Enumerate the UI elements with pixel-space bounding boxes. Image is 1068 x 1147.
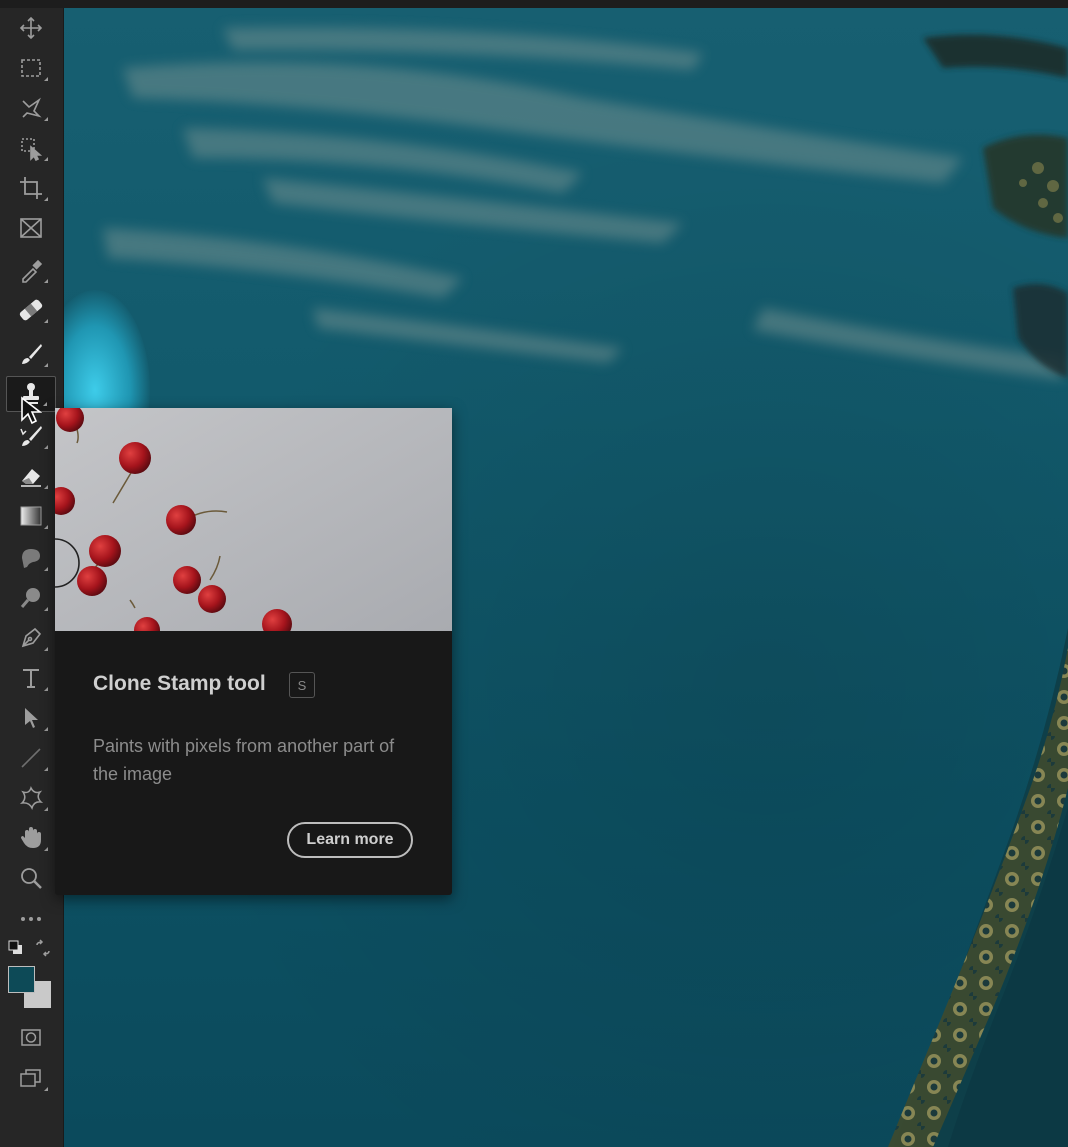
lasso-tool[interactable] <box>6 90 56 126</box>
lasso-icon <box>22 97 42 118</box>
screen-mode-button[interactable] <box>6 1060 56 1096</box>
eraser-icon <box>21 469 41 487</box>
brush-icon <box>22 344 42 364</box>
hand-icon <box>21 827 41 848</box>
gradient-tool[interactable] <box>6 498 56 534</box>
eraser-tool[interactable] <box>6 458 56 494</box>
edit-toolbar[interactable] <box>6 901 56 937</box>
pointer-icon <box>21 396 43 425</box>
object-selection-tool[interactable] <box>6 130 56 166</box>
default-colors-button[interactable] <box>8 940 24 956</box>
eyedropper-icon <box>22 259 43 283</box>
tooltip-preview-image <box>55 408 452 643</box>
crop-icon <box>20 177 42 199</box>
quick-mask-button[interactable] <box>6 1020 56 1056</box>
zoom-icon <box>21 868 42 889</box>
eyedropper-tool[interactable] <box>6 252 56 288</box>
swap-arrows-icon <box>36 939 50 957</box>
line-tool[interactable] <box>6 740 56 776</box>
frame-icon <box>20 218 42 238</box>
type-icon <box>23 669 39 688</box>
screen-mode-icon <box>20 1069 41 1087</box>
crop-tool[interactable] <box>6 170 56 206</box>
more-icon <box>21 917 41 921</box>
mouse-cursor <box>20 396 43 431</box>
zoom-tool[interactable] <box>6 860 56 896</box>
learn-more-button[interactable]: Learn more <box>287 822 413 858</box>
move-icon <box>19 16 43 40</box>
line-icon <box>21 748 41 768</box>
shape-icon <box>19 786 44 811</box>
tooltip-title: Clone Stamp tool <box>93 672 266 695</box>
frame-tool[interactable] <box>6 210 56 246</box>
blur-tool[interactable] <box>6 540 56 576</box>
type-tool[interactable] <box>6 660 56 696</box>
swap-colors-button[interactable] <box>34 939 52 957</box>
quick-mask-icon <box>21 1029 41 1046</box>
arrow-icon <box>25 708 38 728</box>
bandage-icon <box>19 299 43 321</box>
default-colors-icon <box>8 940 22 954</box>
tool-tooltip: Clone Stamp tool S Paints with pixels fr… <box>55 408 452 895</box>
cherries-image <box>55 408 452 643</box>
pen-icon <box>21 627 42 648</box>
move-tool[interactable] <box>6 10 56 46</box>
gradient-icon <box>20 506 42 526</box>
top-bar <box>0 0 1068 8</box>
pen-tool[interactable] <box>6 620 56 656</box>
foreground-color-swatch[interactable] <box>8 966 35 993</box>
tooltip-description: Paints with pixels from another part of … <box>93 736 395 784</box>
object-selection-icon <box>21 138 43 161</box>
shortcut-key-badge: S <box>289 672 315 698</box>
dodge-icon <box>20 588 40 608</box>
path-selection-tool[interactable] <box>6 700 56 736</box>
brush-tool[interactable] <box>6 336 56 372</box>
healing-brush-tool[interactable] <box>6 292 56 328</box>
hand-tool[interactable] <box>6 820 56 856</box>
rectangular-marquee-tool[interactable] <box>6 50 56 86</box>
dodge-tool[interactable] <box>6 580 56 616</box>
marquee-icon <box>21 59 41 77</box>
custom-shape-tool[interactable] <box>6 780 56 816</box>
blur-icon <box>22 549 40 568</box>
